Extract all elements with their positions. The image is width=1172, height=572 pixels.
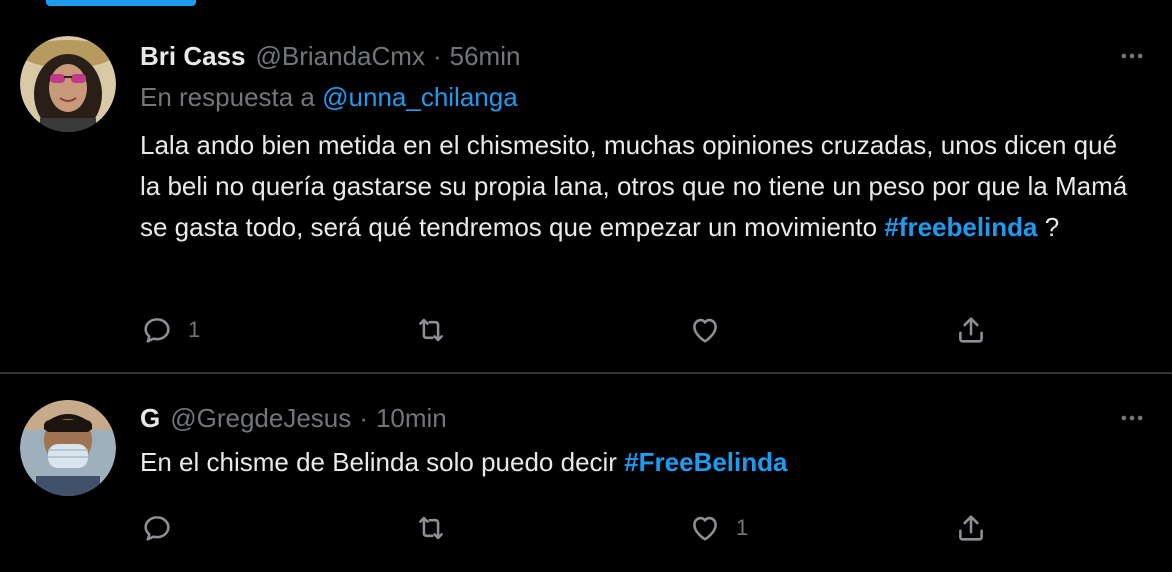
avatar[interactable] (20, 36, 116, 132)
more-button[interactable] (1112, 36, 1152, 76)
reply-mention-link[interactable]: @unna_chilanga (322, 82, 518, 112)
like-button[interactable]: 1 (688, 508, 748, 548)
reply-button[interactable]: 1 (140, 310, 200, 350)
separator-dot: · (359, 402, 368, 433)
tweet-text: En el chisme de Belinda solo puedo decir… (140, 442, 1140, 483)
more-dots-icon (1121, 53, 1143, 59)
tweet[interactable]: Bri Cass @BriandaCmx · 56min En respuest… (0, 8, 1172, 372)
tweet-text: Lala ando bien metida en el chismesito, … (140, 125, 1140, 248)
reply-prefix: En respuesta a (140, 82, 315, 112)
reply-count: 1 (188, 317, 201, 342)
timestamp[interactable]: 56min (450, 41, 521, 72)
display-name[interactable]: G (140, 403, 160, 434)
like-icon (693, 516, 717, 541)
tweet[interactable]: G @GregdeJesus · 10min En el chisme de B… (0, 376, 1172, 572)
retweet-icon (419, 516, 443, 540)
share-button[interactable] (954, 310, 988, 350)
more-button[interactable] (1112, 398, 1152, 438)
active-tab-indicator (46, 0, 196, 6)
share-button[interactable] (954, 508, 988, 548)
separator-dot: · (432, 40, 442, 71)
reply-context: En respuesta a @unna_chilanga (140, 82, 518, 113)
hashtag-link[interactable]: #freebelinda (884, 212, 1037, 242)
share-icon (959, 317, 983, 343)
share-icon (959, 515, 983, 541)
retweet-button[interactable] (414, 310, 462, 350)
like-icon (693, 318, 717, 343)
reply-icon (144, 318, 170, 343)
tweet-header: G @GregdeJesus · 10min (140, 398, 447, 438)
tweet-text-main: En el chisme de Belinda solo puedo decir (140, 447, 625, 477)
retweet-icon (419, 318, 443, 342)
tweet-actions: 1 (140, 508, 1020, 548)
like-button[interactable] (688, 310, 736, 350)
tweet-text-after: ? (1037, 212, 1060, 242)
tweet-divider (0, 372, 1172, 374)
timestamp[interactable]: 10min (376, 403, 447, 434)
avatar[interactable] (20, 400, 116, 496)
reply-button[interactable] (140, 508, 188, 548)
like-count: 1 (736, 515, 749, 540)
avatar-image (20, 400, 116, 496)
hashtag-link[interactable]: #FreeBelinda (624, 447, 787, 477)
user-handle[interactable]: @GregdeJesus (170, 403, 351, 434)
tweet-actions: 1 (140, 310, 1020, 350)
tweet-header: Bri Cass @BriandaCmx · 56min (140, 36, 520, 76)
display-name[interactable]: Bri Cass (140, 41, 246, 72)
user-handle[interactable]: @BriandaCmx (256, 41, 425, 72)
avatar-image (20, 36, 116, 132)
retweet-button[interactable] (414, 508, 462, 548)
more-dots-icon (1121, 415, 1143, 421)
reply-icon (144, 516, 170, 541)
